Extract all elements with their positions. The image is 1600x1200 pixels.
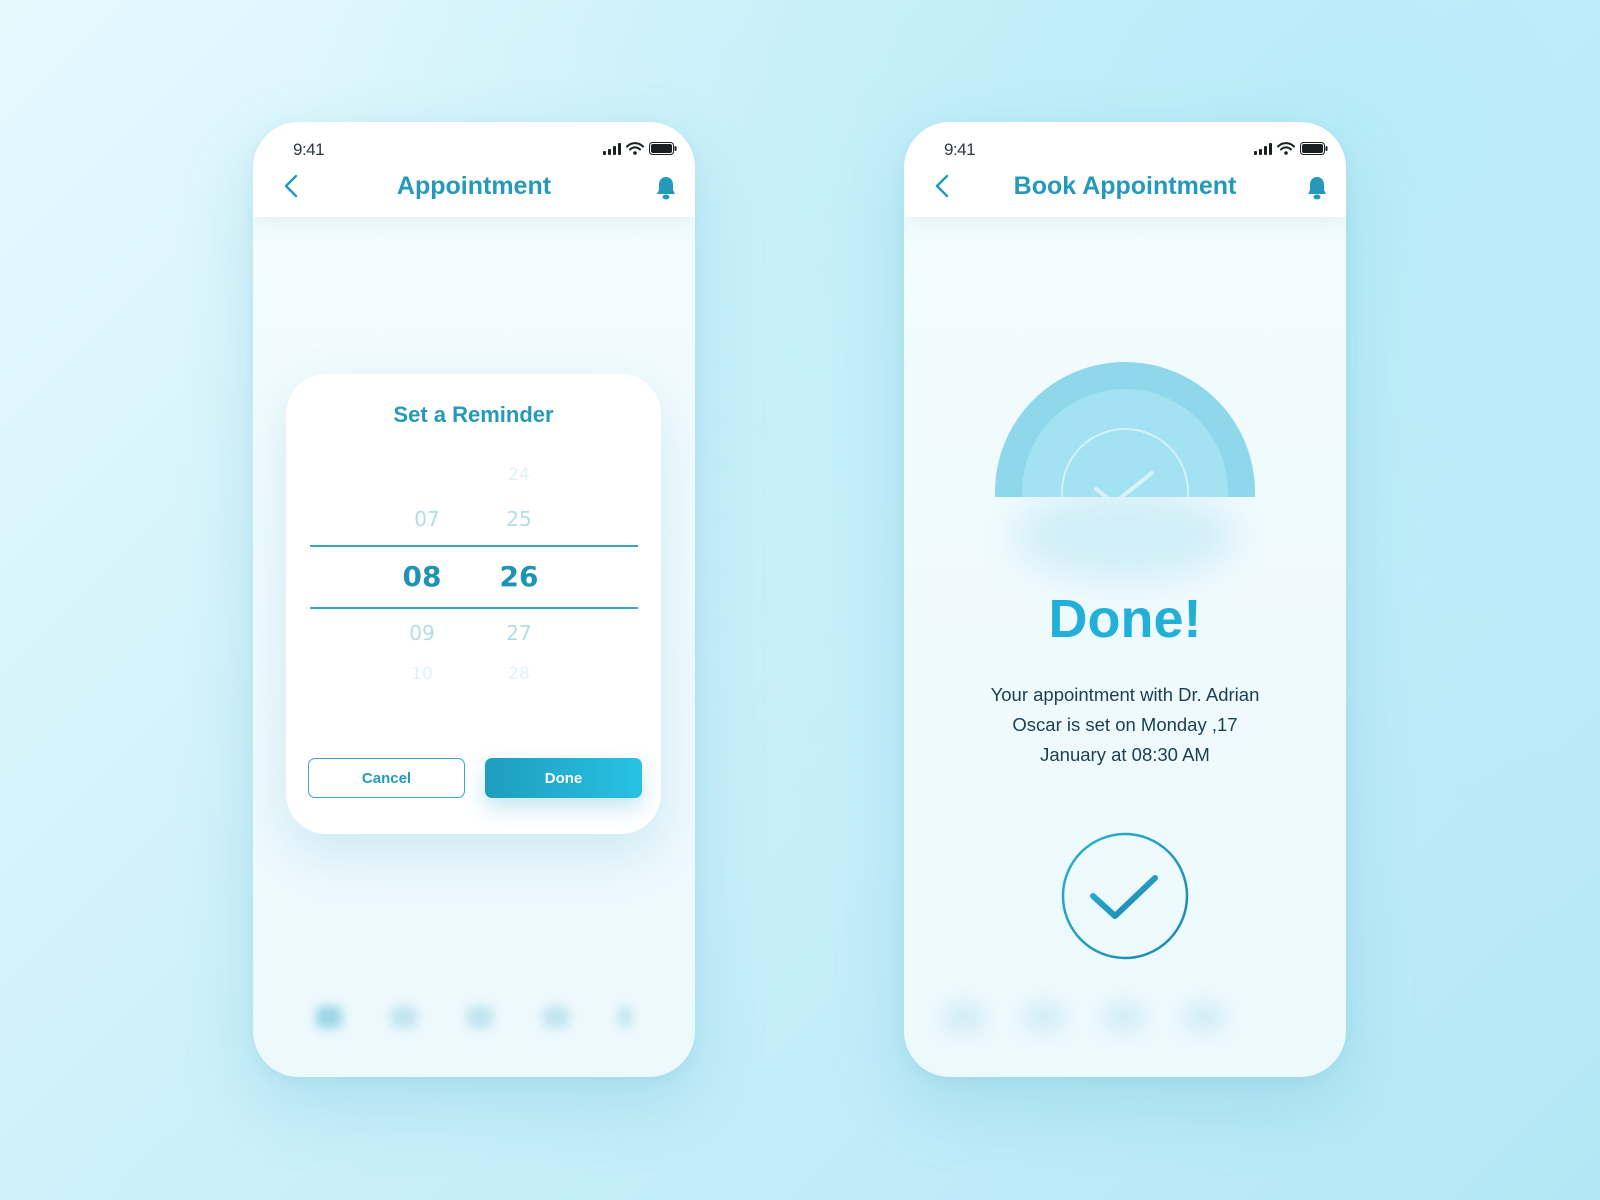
- blurred-footer: [944, 987, 1306, 1047]
- folder-icon[interactable]: [391, 1005, 418, 1028]
- checkmark-icon: [1061, 832, 1189, 960]
- battery-icon: [649, 142, 677, 155]
- bottom-nav: [253, 962, 695, 1077]
- minute-option[interactable]: 28: [479, 664, 559, 684]
- page-title: Appointment: [396, 172, 552, 200]
- signal-icon: [1254, 142, 1272, 155]
- hour-option[interactable]: 07: [387, 507, 467, 531]
- appointment-screen: 9:41 Appointment Set a Reminder 24 07 25…: [253, 122, 695, 1077]
- done-heading: Done!: [1048, 589, 1202, 649]
- profile-icon[interactable]: [618, 1005, 633, 1028]
- success-halo: [995, 362, 1255, 497]
- minute-option[interactable]: 27: [479, 621, 559, 645]
- wifi-icon: [1277, 142, 1295, 155]
- bell-icon: [657, 177, 675, 200]
- reminder-modal: Set a Reminder 24 07 25 08 26 09 27 10 2…: [286, 374, 661, 834]
- notification-button[interactable]: [653, 174, 679, 202]
- wifi-icon: [626, 142, 644, 155]
- app-header: 9:41 Appointment: [253, 122, 695, 217]
- battery-icon: [1300, 142, 1328, 155]
- page-title: Book Appointment: [1013, 172, 1237, 200]
- status-icons: [603, 142, 677, 155]
- minute-option[interactable]: 25: [479, 507, 559, 531]
- minute-option[interactable]: 24: [479, 465, 559, 485]
- halo-glow: [1014, 490, 1236, 580]
- picker-top-divider: [310, 545, 638, 547]
- confirm-check-button[interactable]: [1061, 832, 1189, 960]
- bell-icon: [1308, 177, 1326, 200]
- heart-icon[interactable]: [542, 1005, 569, 1028]
- modal-title: Set a Reminder: [393, 402, 554, 427]
- app-header: 9:41 Book Appointment: [904, 122, 1346, 217]
- signal-icon: [603, 142, 621, 155]
- status-time: 9:41: [293, 140, 325, 159]
- picker-bottom-divider: [310, 607, 638, 609]
- calendar-icon[interactable]: [466, 1005, 493, 1028]
- notification-button[interactable]: [1304, 174, 1330, 202]
- selected-minute[interactable]: 26: [479, 560, 559, 593]
- status-time: 9:41: [944, 140, 976, 159]
- message-line: Oscar is set on Monday ,17: [1012, 714, 1238, 735]
- message-line: January at 08:30 AM: [1040, 744, 1210, 765]
- booking-confirmation-screen: 9:41 Book Appointment Done! Your appoint…: [904, 122, 1346, 1077]
- done-button[interactable]: Done: [485, 758, 642, 798]
- status-icons: [1254, 142, 1328, 155]
- confirmation-message: Your appointment with Dr. Adrian Oscar i…: [954, 680, 1296, 770]
- home-icon[interactable]: [315, 1005, 342, 1028]
- message-line: Your appointment with Dr. Adrian: [990, 684, 1260, 705]
- selected-hour[interactable]: 08: [382, 560, 462, 593]
- hour-option[interactable]: 10: [382, 664, 462, 684]
- cancel-button[interactable]: Cancel: [308, 758, 465, 798]
- hour-option[interactable]: 09: [382, 621, 462, 645]
- faded-check-icon: [1094, 471, 1154, 497]
